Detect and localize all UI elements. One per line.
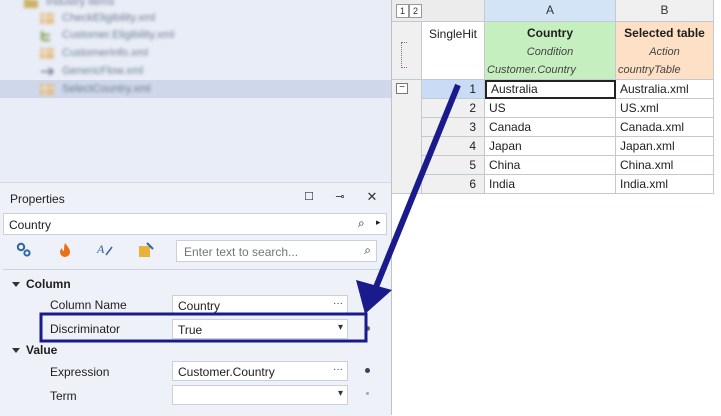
property-pages-icon[interactable]: [137, 241, 155, 259]
categorized-icon[interactable]: [15, 241, 33, 259]
close-icon[interactable]: ✕: [365, 190, 379, 204]
row-number[interactable]: 4: [422, 137, 485, 156]
column-kind: Condition: [526, 46, 574, 58]
row-number[interactable]: 3: [422, 118, 485, 137]
category-column[interactable]: Column: [12, 277, 71, 291]
property-marker-icon: [365, 326, 370, 331]
column-title: Selected table: [624, 26, 705, 40]
chevron-down-icon[interactable]: ▾: [338, 388, 343, 399]
grid-cell[interactable]: Australia.xml: [616, 80, 714, 99]
grid-cell[interactable]: India: [485, 175, 616, 194]
column-expression: countryTable: [618, 64, 681, 76]
grid-cell[interactable]: China.xml: [616, 156, 714, 175]
property-label: Column Name: [50, 298, 127, 312]
properties-panel: Properties ☐ ⊸ ✕ Country ⌕ ▸ A ⌕ Column …: [0, 182, 391, 416]
category-value[interactable]: Value: [12, 343, 57, 357]
grid-cell[interactable]: Canada.xml: [616, 118, 714, 137]
events-icon[interactable]: [56, 241, 74, 259]
tree-item-label: Industry items: [46, 0, 115, 8]
chevron-down-icon[interactable]: ▾: [338, 322, 343, 333]
chevron-right-icon[interactable]: ▸: [376, 217, 381, 228]
decision-table-icon: [40, 83, 54, 95]
decision-table-icon: [40, 47, 54, 59]
property-marker-icon: [365, 302, 370, 307]
column-title: Country: [527, 26, 573, 40]
column-kind: Action: [649, 46, 680, 58]
outline-bracket: [401, 42, 407, 68]
property-marker-icon: [365, 368, 370, 373]
column-expression: Customer.Country: [487, 64, 576, 76]
alphabetical-icon[interactable]: A: [96, 241, 114, 259]
column-letter-a[interactable]: A: [485, 0, 616, 22]
property-value: Country: [178, 299, 221, 313]
column-header-country[interactable]: Country Condition Customer.Country: [485, 22, 616, 80]
property-search-input[interactable]: [182, 242, 356, 262]
tree-item-label: SelectCountry.xml: [62, 83, 151, 95]
grid-cell[interactable]: Japan.xml: [616, 137, 714, 156]
property-label: Discriminator: [50, 322, 121, 336]
ellipsis-button[interactable]: ···: [333, 298, 343, 309]
flow-icon: [41, 66, 54, 76]
single-hit-header[interactable]: SingleHit: [422, 22, 485, 80]
grid-cell[interactable]: Japan: [485, 137, 616, 156]
property-marker-icon: [366, 392, 369, 395]
category-label: Column: [26, 277, 71, 291]
column-letter-b[interactable]: B: [616, 0, 714, 22]
maximize-icon[interactable]: ☐: [302, 190, 316, 204]
tree-item[interactable]: Customer.Eligibility.xml: [40, 26, 174, 44]
outline-gutter: [392, 22, 422, 80]
property-search[interactable]: ⌕: [176, 240, 377, 262]
discriminator-dropdown[interactable]: True ▾: [172, 319, 348, 339]
grid-cell[interactable]: India.xml: [616, 175, 714, 194]
property-label: Term: [50, 389, 77, 403]
level-2-button[interactable]: 2: [409, 4, 422, 18]
tree-item-label: Customer.Eligibility.xml: [62, 29, 175, 41]
tree-item[interactable]: SelectCountry.xml: [40, 80, 150, 98]
category-label: Value: [26, 343, 58, 357]
grid-cell[interactable]: Canada: [485, 118, 616, 137]
property-value: True: [178, 323, 203, 337]
collapse-button[interactable]: −: [396, 83, 408, 94]
object-selector[interactable]: Country ⌕ ▸: [3, 213, 387, 235]
property-value: Customer.Country: [178, 365, 275, 379]
search-icon[interactable]: ⌕: [364, 243, 371, 258]
object-selector-value: Country: [9, 218, 52, 232]
term-dropdown[interactable]: ▾: [172, 385, 348, 405]
search-icon[interactable]: ⌕: [358, 216, 365, 231]
folder-icon: [24, 0, 38, 8]
tree-item[interactable]: CustomerInfo.xml: [40, 44, 148, 62]
grid-cell-selected[interactable]: Australia: [485, 80, 616, 99]
ellipsis-button[interactable]: ···: [333, 364, 343, 375]
svg-text:A: A: [96, 242, 105, 256]
row-number[interactable]: 2: [422, 99, 485, 118]
pin-icon[interactable]: ⊸: [333, 190, 347, 204]
tree-item[interactable]: CheckEligibility.xml: [40, 9, 155, 27]
level-1-button[interactable]: 1: [396, 4, 409, 18]
grid-cell[interactable]: US.xml: [616, 99, 714, 118]
collapse-icon[interactable]: [12, 347, 20, 353]
tree-item-label: GenericFlow.xml: [62, 65, 144, 77]
tree-icon: [41, 30, 50, 41]
decision-table-icon: [40, 12, 54, 24]
grid-cell[interactable]: US: [485, 99, 616, 118]
collapse-icon[interactable]: [12, 281, 20, 287]
tree-item-label: CustomerInfo.xml: [62, 47, 149, 59]
decision-table-grid: 1 2 A B SingleHit Country Condition Cust…: [391, 0, 721, 415]
panel-title: Properties: [10, 192, 65, 206]
tree-item[interactable]: GenericFlow.xml: [40, 62, 143, 80]
grid-cell[interactable]: China: [485, 156, 616, 175]
column-name-field[interactable]: Country ···: [172, 295, 348, 315]
property-label: Expression: [50, 365, 110, 379]
row-number[interactable]: 1: [422, 80, 485, 99]
divider: [3, 269, 387, 270]
row-number[interactable]: 5: [422, 156, 485, 175]
solution-explorer: Industry items CheckEligibility.xml Cust…: [0, 0, 391, 182]
expression-field[interactable]: Customer.Country ···: [172, 361, 348, 381]
tree-item-label: CheckEligibility.xml: [62, 12, 156, 24]
column-header-selected-table[interactable]: Selected table Action countryTable: [616, 22, 714, 80]
row-number[interactable]: 6: [422, 175, 485, 194]
grid-corner: 1 2: [392, 0, 485, 22]
outline-gutter: −: [392, 80, 422, 194]
